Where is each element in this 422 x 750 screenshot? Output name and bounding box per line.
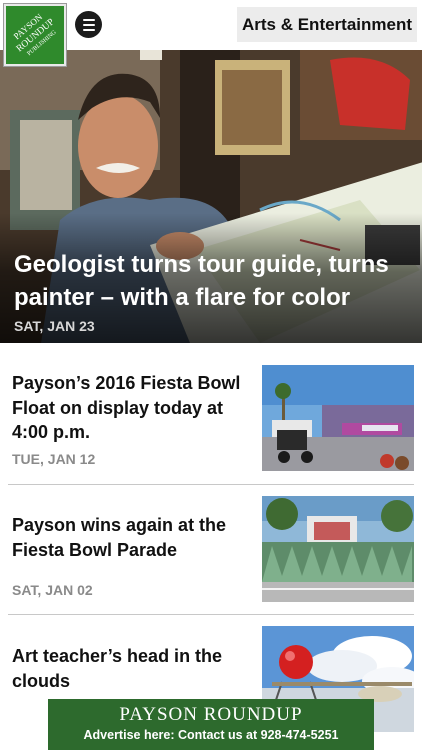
payson-roundup-logo[interactable]: PAYSON ROUNDUP PUBLISHING bbox=[4, 4, 66, 66]
article-text: Payson wins again at the Fiesta Bowl Par… bbox=[12, 513, 254, 562]
article-text: Payson’s 2016 Fiesta Bowl Float on displ… bbox=[12, 371, 254, 445]
article-text: Art teacher’s head in the clouds bbox=[12, 644, 254, 693]
article-item[interactable]: Payson’s 2016 Fiesta Bowl Float on displ… bbox=[8, 365, 414, 471]
hamburger-menu-icon[interactable] bbox=[75, 11, 102, 38]
article-date: SAT, JAN 02 bbox=[12, 582, 93, 598]
hero-story[interactable]: Geologist turns tour guide, turns painte… bbox=[0, 50, 422, 343]
article-title[interactable]: Payson’s 2016 Fiesta Bowl Float on displ… bbox=[12, 371, 254, 445]
ad-contact-text[interactable]: Advertise here: Contact us at 928-474-52… bbox=[48, 728, 374, 743]
advertise-banner[interactable]: PAYSON ROUNDUP Advertise here: Contact u… bbox=[48, 699, 374, 750]
menu-line bbox=[82, 23, 95, 26]
app-header: PAYSON ROUNDUP PUBLISHING Arts & Enterta… bbox=[0, 0, 422, 66]
hero-date: SAT, JAN 23 bbox=[14, 318, 95, 334]
article-thumbnail[interactable] bbox=[262, 496, 414, 602]
article-title[interactable]: Payson wins again at the Fiesta Bowl Par… bbox=[12, 513, 254, 562]
article-thumbnail[interactable] bbox=[262, 365, 414, 471]
fiesta-parade-photo bbox=[262, 496, 414, 602]
list-divider bbox=[8, 484, 414, 485]
hero-headline[interactable]: Geologist turns tour guide, turns painte… bbox=[14, 248, 409, 314]
logo-mark: PAYSON ROUNDUP PUBLISHING bbox=[12, 11, 59, 57]
fiesta-float-photo bbox=[262, 365, 414, 471]
section-title[interactable]: Arts & Entertainment bbox=[237, 7, 417, 42]
article-date: TUE, JAN 12 bbox=[12, 451, 96, 467]
list-divider bbox=[8, 614, 414, 615]
menu-line bbox=[82, 18, 95, 21]
menu-line bbox=[82, 28, 95, 31]
article-item[interactable]: Payson wins again at the Fiesta Bowl Par… bbox=[8, 496, 414, 602]
article-title[interactable]: Art teacher’s head in the clouds bbox=[12, 644, 254, 693]
ad-brand: PAYSON ROUNDUP bbox=[119, 704, 303, 725]
